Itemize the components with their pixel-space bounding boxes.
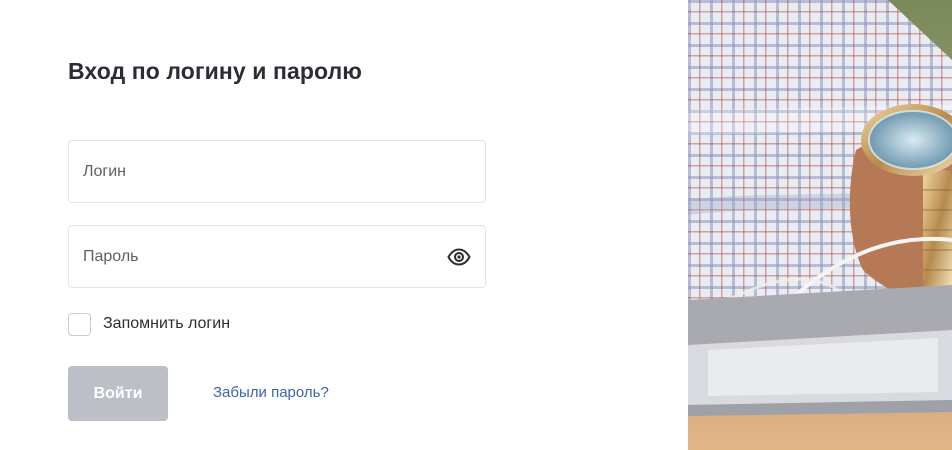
- login-input[interactable]: [83, 141, 443, 202]
- password-field[interactable]: [68, 225, 486, 288]
- side-photo: [688, 0, 952, 450]
- page-title: Вход по логину и паролю: [68, 58, 363, 84]
- remember-login-row[interactable]: Запомнить логин: [68, 311, 230, 337]
- login-submit-button[interactable]: Войти: [68, 366, 168, 421]
- password-input[interactable]: [83, 226, 443, 287]
- watch-laptop-photo: [688, 0, 952, 450]
- remember-login-checkbox[interactable]: [68, 312, 91, 336]
- login-field[interactable]: [68, 140, 486, 203]
- login-form-panel: Вход по логину и паролю Запомнить логин …: [0, 0, 688, 450]
- remember-login-label[interactable]: Запомнить логин: [103, 315, 230, 333]
- eye-icon[interactable]: [447, 245, 471, 269]
- forgot-password-link[interactable]: Забыли пароль?: [213, 384, 329, 401]
